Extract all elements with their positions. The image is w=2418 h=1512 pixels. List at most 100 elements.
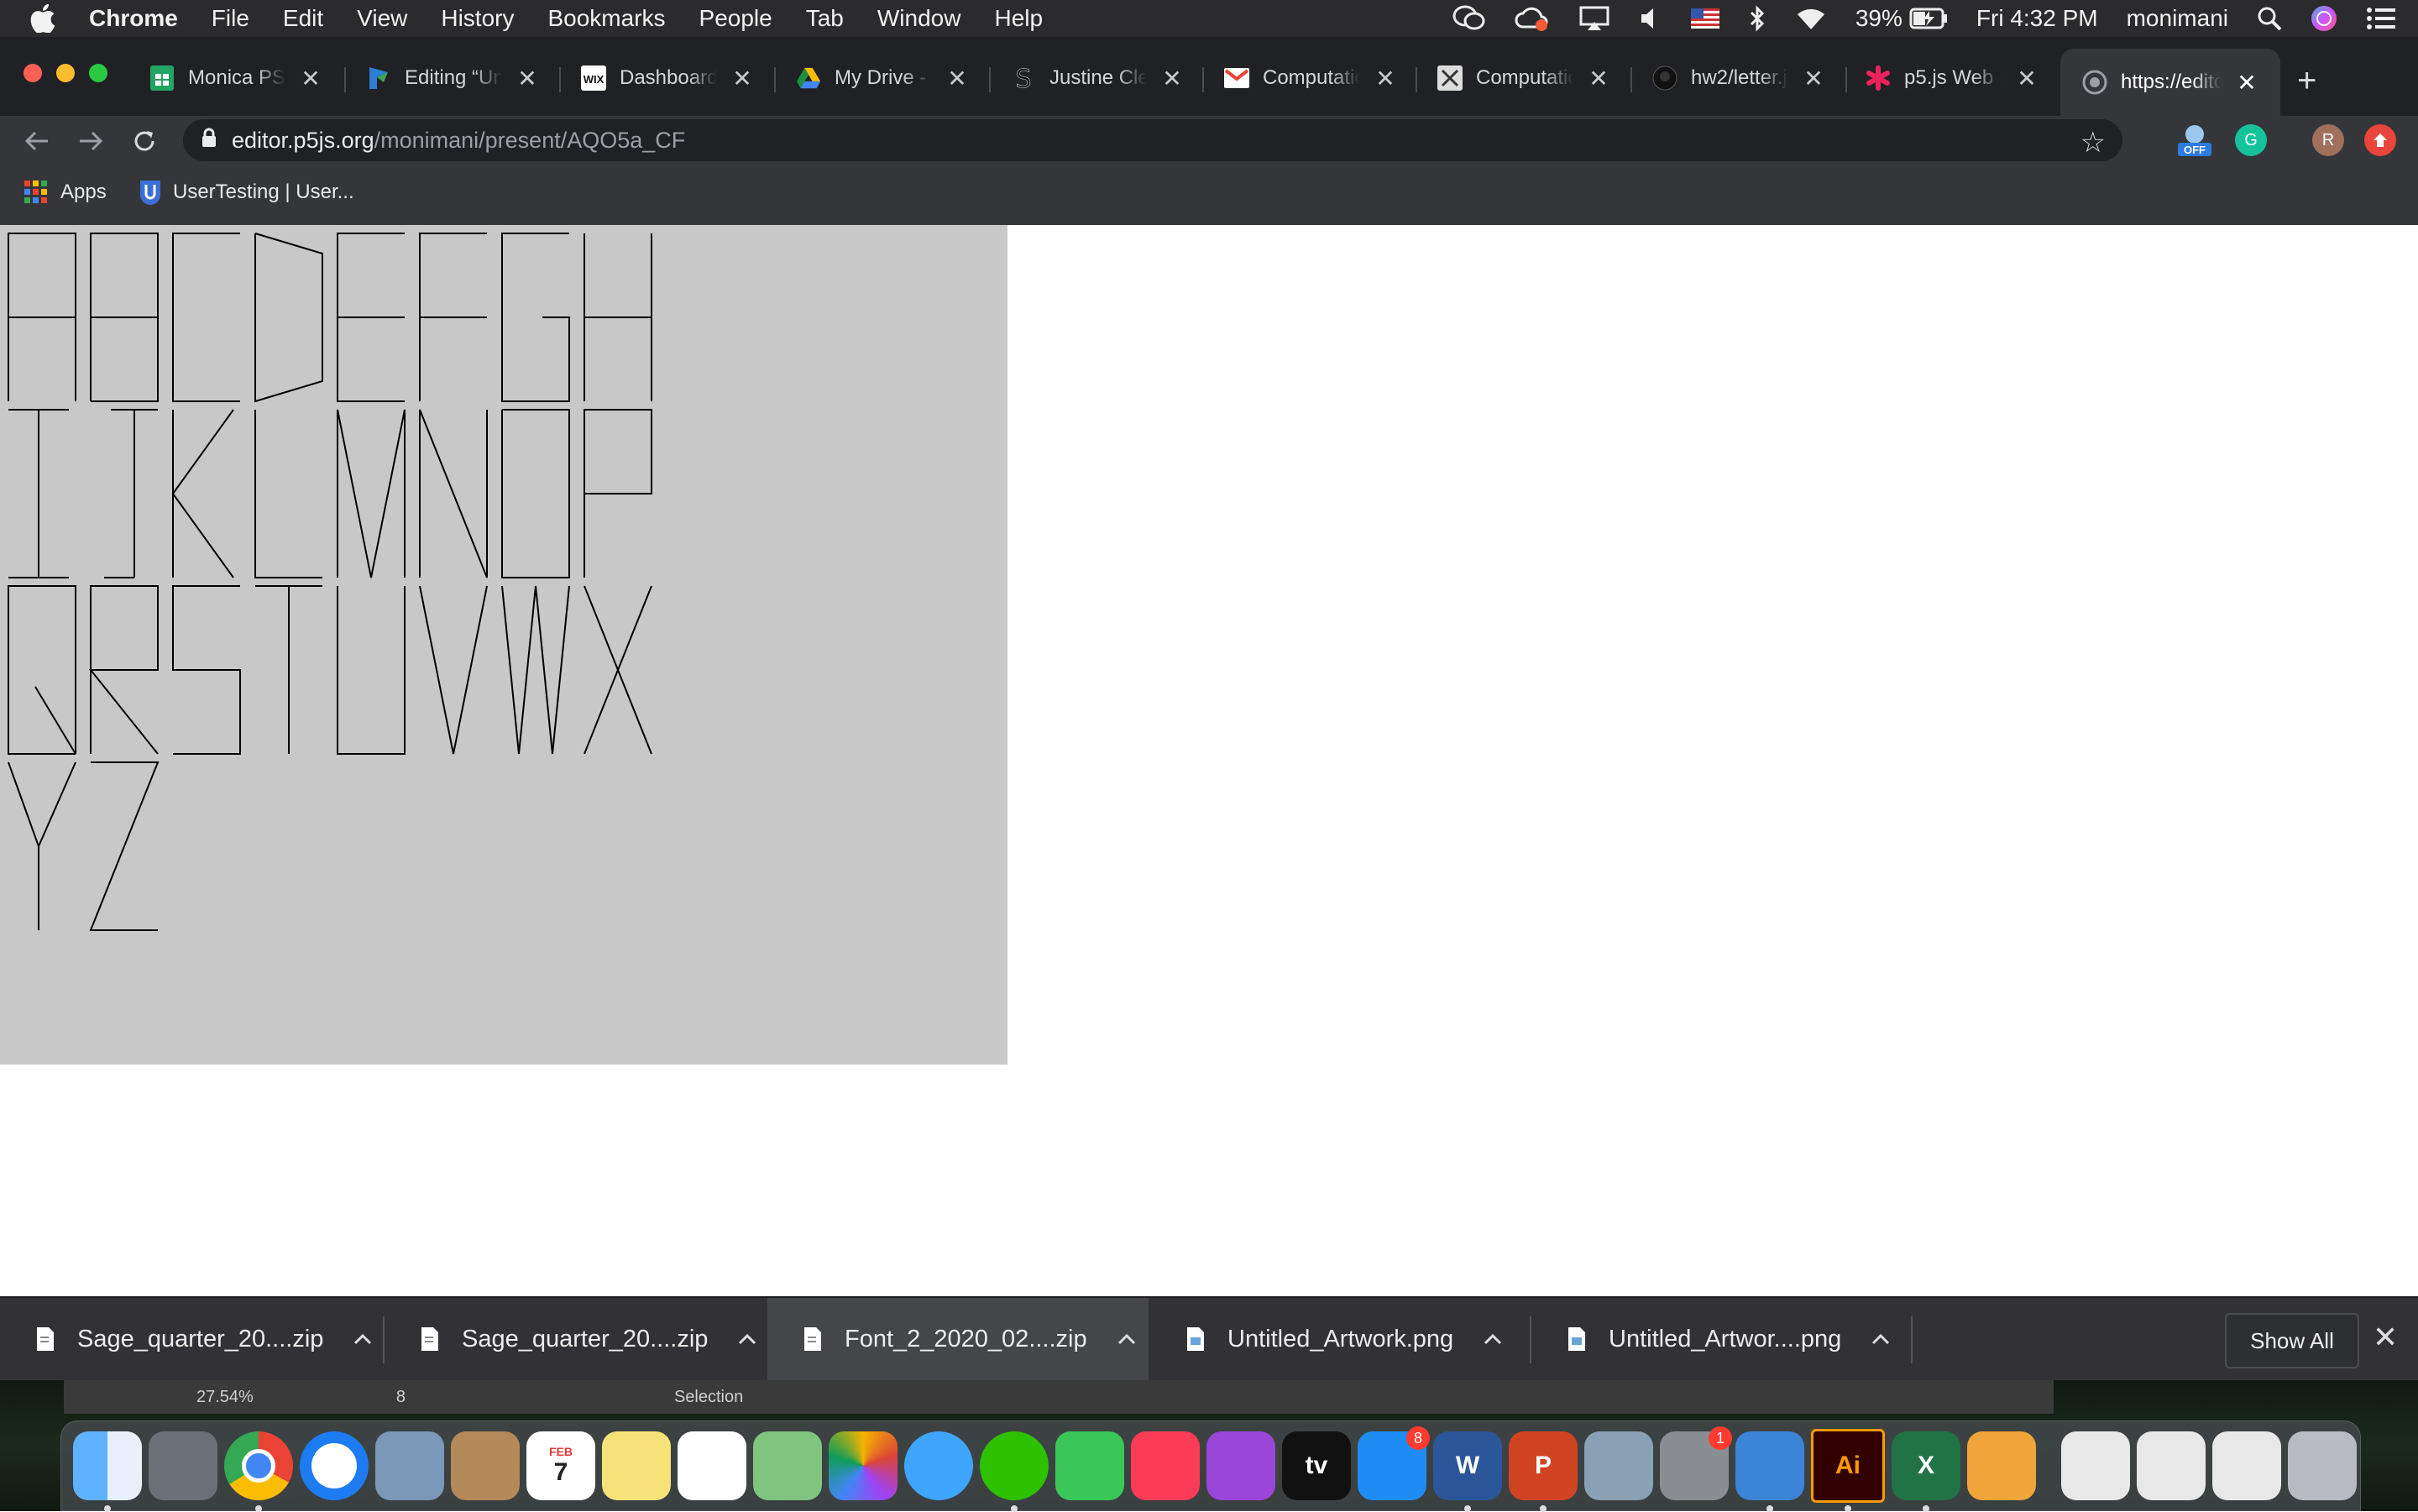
- maps-icon[interactable]: [753, 1431, 822, 1500]
- notification-center-icon[interactable]: [2366, 7, 2396, 30]
- trash-icon[interactable]: [2288, 1431, 2357, 1500]
- photos-icon[interactable]: [829, 1431, 898, 1500]
- chevron-up-icon[interactable]: [353, 1333, 372, 1345]
- tab-close-icon[interactable]: ✕: [1375, 65, 1395, 92]
- siri-icon[interactable]: [2311, 5, 2337, 32]
- zoom-window-button[interactable]: [89, 64, 107, 82]
- extension-red-icon[interactable]: [2364, 124, 2396, 156]
- menu-help[interactable]: Help: [994, 5, 1043, 32]
- bookmark-apps[interactable]: Apps: [24, 180, 107, 205]
- tab-monica-ps[interactable]: Monica PS- ✕: [149, 55, 321, 101]
- podcasts-icon[interactable]: [1206, 1431, 1275, 1500]
- tab-close-icon[interactable]: ✕: [1803, 65, 1824, 92]
- recent-doc-icon[interactable]: [2212, 1431, 2281, 1500]
- tab-github-letter[interactable]: hw2/letter.j ✕: [1652, 55, 1824, 101]
- excel-icon[interactable]: X: [1892, 1431, 1960, 1512]
- tab-close-icon[interactable]: ✕: [2237, 69, 2257, 97]
- recent-word-doc-icon[interactable]: [2061, 1431, 2130, 1500]
- apple-menu-icon[interactable]: [30, 4, 64, 33]
- tab-course-computatio[interactable]: Computatio ✕: [1437, 55, 1609, 101]
- notes-icon[interactable]: [602, 1431, 671, 1500]
- menu-file[interactable]: File: [212, 5, 249, 32]
- close-window-button[interactable]: [24, 64, 42, 82]
- chevron-up-icon[interactable]: [1484, 1333, 1502, 1345]
- reload-icon[interactable]: [126, 123, 163, 160]
- menu-bookmarks[interactable]: Bookmarks: [547, 5, 665, 32]
- tab-dashboard[interactable]: WIX Dashboard ✕: [581, 55, 752, 101]
- tab-close-icon[interactable]: ✕: [732, 65, 752, 92]
- music-icon[interactable]: [1131, 1431, 1200, 1500]
- tab-editing[interactable]: Editing “Unt ✕: [366, 55, 537, 101]
- close-downloads-icon[interactable]: ✕: [2373, 1320, 2398, 1355]
- illustrator-page-number[interactable]: 8: [396, 1388, 406, 1407]
- show-all-button[interactable]: Show All: [2225, 1313, 2359, 1368]
- safari-icon[interactable]: [300, 1431, 369, 1500]
- tab-close-icon[interactable]: ✕: [2017, 65, 2037, 92]
- launchpad-icon[interactable]: [149, 1431, 217, 1500]
- facetime-icon[interactable]: [1055, 1431, 1124, 1500]
- wifi-icon[interactable]: [1795, 6, 1827, 31]
- reminders-icon[interactable]: [678, 1431, 746, 1500]
- recent-excel-doc-icon[interactable]: [2137, 1431, 2206, 1500]
- tab-close-icon[interactable]: ✕: [1588, 65, 1609, 92]
- grammarly-icon[interactable]: G: [2235, 124, 2267, 156]
- lock-icon[interactable]: [202, 128, 217, 154]
- chevron-up-icon[interactable]: [1117, 1333, 1136, 1345]
- tab-justine[interactable]: S Justine Cler ✕: [1011, 55, 1182, 101]
- menu-history[interactable]: History: [441, 5, 514, 32]
- airplay-icon[interactable]: [1578, 5, 1610, 32]
- battery-charging-icon[interactable]: [1909, 8, 1948, 29]
- p5-canvas[interactable]: [0, 225, 1008, 1065]
- menu-app-name[interactable]: Chrome: [89, 5, 178, 32]
- tab-close-icon[interactable]: ✕: [947, 65, 967, 92]
- forward-arrow-icon[interactable]: [72, 123, 109, 160]
- apple-tv-icon[interactable]: tv: [1282, 1431, 1351, 1500]
- tab-my-drive[interactable]: My Drive - G ✕: [796, 55, 967, 101]
- system-preferences-icon[interactable]: 1: [1660, 1426, 1732, 1500]
- menubar-user[interactable]: monimani: [2127, 5, 2228, 32]
- messages-icon[interactable]: [904, 1431, 973, 1500]
- pages-icon[interactable]: [1967, 1431, 2036, 1500]
- chevron-up-icon[interactable]: [1871, 1333, 1890, 1345]
- finder-icon[interactable]: [73, 1431, 142, 1512]
- download-item[interactable]: Untitled_Artwork.png: [1150, 1298, 1530, 1380]
- menu-view[interactable]: View: [357, 5, 407, 32]
- wechat-menubar-icon[interactable]: [1452, 5, 1486, 32]
- app-store-icon[interactable]: 8: [1358, 1426, 1430, 1500]
- volume-icon[interactable]: [1639, 6, 1662, 31]
- tab-close-icon[interactable]: ✕: [517, 65, 537, 92]
- bookmark-star-icon[interactable]: ☆: [2080, 126, 2106, 160]
- wechat-icon[interactable]: [980, 1431, 1049, 1512]
- hardware-growler-icon[interactable]: [1735, 1431, 1804, 1512]
- tab-p5js-web-editor[interactable]: p5.js Web E ✕: [1866, 55, 2037, 101]
- menu-edit[interactable]: Edit: [283, 5, 323, 32]
- powerpoint-icon[interactable]: P: [1509, 1431, 1578, 1512]
- chrome-icon[interactable]: [224, 1431, 293, 1512]
- download-item[interactable]: Sage_quarter_20....zip: [0, 1298, 383, 1380]
- chevron-up-icon[interactable]: [738, 1333, 756, 1345]
- image-capture-icon[interactable]: [1584, 1431, 1653, 1500]
- download-item[interactable]: Sage_quarter_20....zip: [385, 1298, 766, 1380]
- bookmark-usertesting[interactable]: UserTesting | User...: [139, 180, 354, 205]
- tab-close-icon[interactable]: ✕: [1162, 65, 1182, 92]
- illustrator-zoom[interactable]: 27.54%: [196, 1388, 254, 1407]
- contacts-icon[interactable]: [451, 1431, 520, 1500]
- menu-tab[interactable]: Tab: [806, 5, 844, 32]
- spotlight-search-icon[interactable]: [2257, 6, 2282, 31]
- download-item-highlighted[interactable]: Font_2_2020_02....zip: [767, 1298, 1149, 1380]
- creative-cloud-menubar-icon[interactable]: [1515, 5, 1550, 32]
- back-arrow-icon[interactable]: [18, 123, 55, 160]
- tab-gmail-computatio[interactable]: Computatio ✕: [1224, 55, 1395, 101]
- tab-active-present[interactable]: https://edito ✕: [2060, 49, 2280, 116]
- word-icon[interactable]: W: [1433, 1431, 1502, 1512]
- calendar-icon[interactable]: FEB 7: [526, 1431, 595, 1500]
- illustrator-icon[interactable]: Ai: [1811, 1429, 1885, 1512]
- new-tab-button[interactable]: +: [2297, 62, 2316, 100]
- download-item[interactable]: Untitled_Artwor....png: [1531, 1298, 1911, 1380]
- bluetooth-icon[interactable]: [1748, 5, 1766, 32]
- minimize-window-button[interactable]: [56, 64, 75, 82]
- us-flag-input-icon[interactable]: [1690, 8, 1719, 29]
- menubar-clock[interactable]: Fri 4:32 PM: [1976, 5, 2098, 32]
- profile-avatar[interactable]: R: [2312, 124, 2344, 156]
- tab-close-icon[interactable]: ✕: [301, 65, 321, 92]
